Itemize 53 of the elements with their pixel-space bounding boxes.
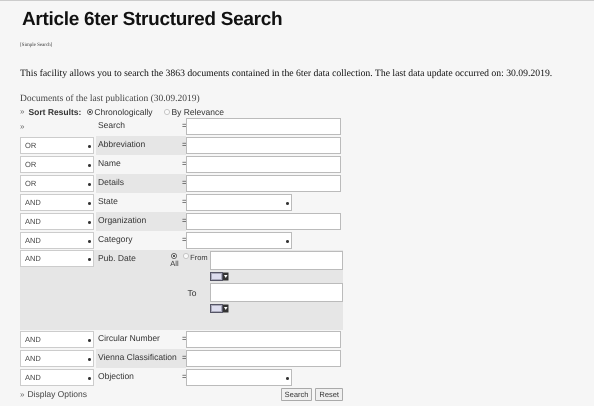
bullet-marker: » [20,107,24,116]
field-label: Category [98,234,132,244]
input-field[interactable] [186,331,341,348]
input-field[interactable] [186,350,341,367]
caret-icon [88,202,91,205]
caret-icon [88,258,91,261]
caret-icon [88,240,91,243]
calendar-icon[interactable] [210,304,229,313]
caret-icon [88,221,91,224]
caret-icon [286,240,289,243]
intro-text: This facility allows you to search the 3863 documents contained in the 6ter data collection. The last data update occurred on: 30.09.2019. [20,68,554,79]
dropdown-field[interactable] [186,369,292,386]
radio-button[interactable] [171,253,178,259]
field-label: Pub. Date [97,253,137,265]
date-field[interactable] [210,283,343,302]
to-label: To [186,288,198,298]
dropdown-field[interactable] [186,232,292,249]
field-label: Name [98,158,121,168]
display-options-link[interactable]: Display Options [27,389,87,399]
input-field[interactable] [186,118,341,135]
calendar-icon[interactable] [210,272,229,281]
radio-button[interactable] [87,108,94,114]
caret-icon [286,377,289,380]
field-label: Search [98,120,125,130]
radio-button[interactable] [183,253,190,259]
caret-icon [88,377,91,380]
caret-icon [88,164,91,167]
field-label: Organization [98,215,146,225]
input-field[interactable] [186,213,341,230]
field-label: Circular Number [98,333,160,343]
caret-icon [88,358,91,361]
bullet-marker: » [20,390,24,398]
page-title: Article 6ter Structured Search [22,8,284,32]
input-field[interactable] [186,156,341,173]
caret-icon [88,339,91,342]
field-label: Details [98,177,124,187]
field-label: State [98,196,118,206]
input-field[interactable] [186,137,341,154]
caret-icon [286,202,289,205]
radio-button[interactable] [164,108,170,114]
field-label: Vienna Classification [98,352,177,362]
field-label: Objection [98,371,134,381]
input-field[interactable] [186,175,341,192]
sort-label: Sort Results: [28,106,82,116]
field-label: Abbreviation [98,139,146,149]
date-field[interactable] [210,251,343,270]
radio-label: By Relevance [171,106,224,116]
caret-icon [88,183,91,186]
radio-label: Chronologically [94,106,152,116]
bullet-marker: » [20,122,24,131]
dropdown-field[interactable] [186,194,292,211]
last-publication-link[interactable]: Documents of the last publication (30.09.2019) [20,94,200,104]
caret-icon [88,145,91,148]
